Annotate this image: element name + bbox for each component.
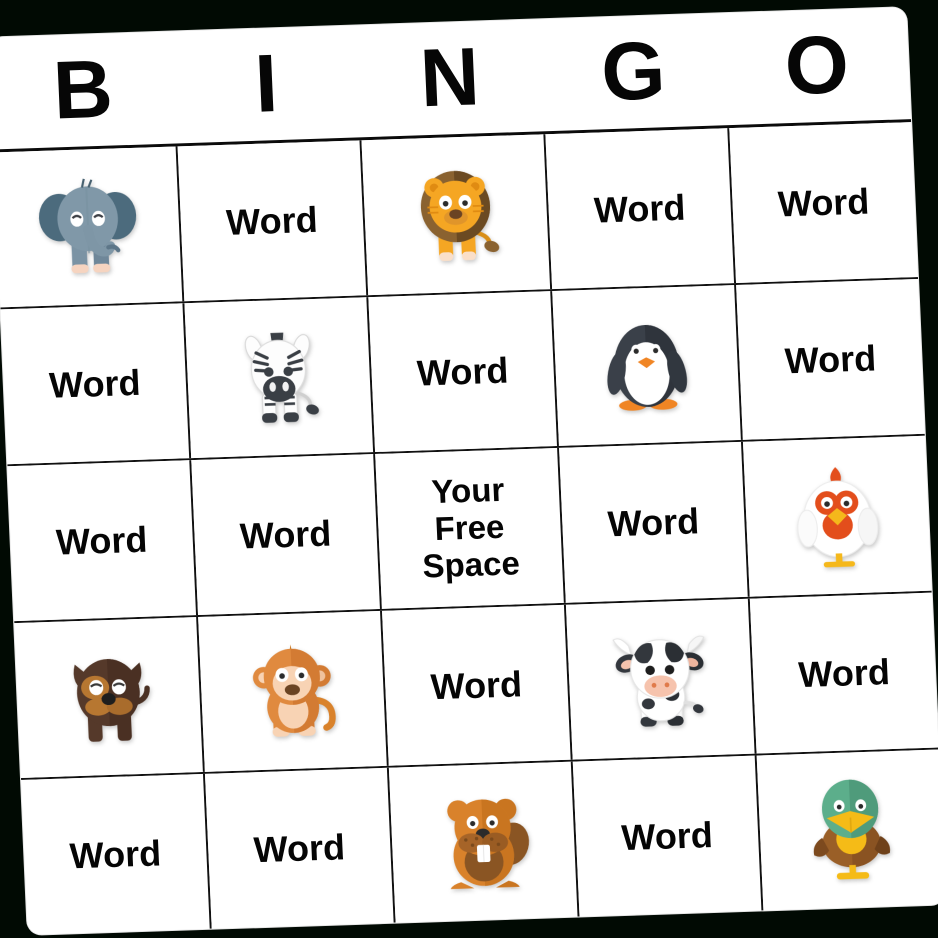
bingo-row: Word Word Word	[21, 749, 938, 935]
word-label: Word	[68, 831, 162, 876]
cow-icon	[604, 623, 717, 734]
bingo-cell-word[interactable]: Word	[749, 592, 938, 754]
zebra-icon	[222, 322, 335, 433]
header-letter-o: O	[782, 19, 851, 113]
word-label: Word	[239, 512, 333, 557]
bingo-cell-image[interactable]	[361, 134, 553, 296]
bingo-cell-image[interactable]	[198, 610, 389, 772]
bingo-cell-word[interactable]: Word	[545, 128, 737, 290]
bingo-cell-image[interactable]	[756, 749, 938, 911]
bingo-cell-image[interactable]	[742, 435, 932, 597]
header-letter-i: I	[252, 38, 280, 130]
word-label: Word	[252, 825, 346, 870]
header-letter-n: N	[418, 31, 482, 125]
bingo-cell-image[interactable]	[0, 146, 185, 308]
bingo-cell-image[interactable]	[552, 284, 743, 446]
chicken-icon	[781, 461, 894, 572]
header-letter-b: B	[51, 43, 115, 137]
penguin-icon	[590, 310, 703, 421]
bingo-cell-word[interactable]: Word	[736, 278, 925, 440]
duck-icon	[795, 774, 908, 885]
monkey-icon	[236, 636, 349, 747]
bingo-cell-word[interactable]: Word	[7, 460, 199, 622]
bingo-cell-word[interactable]: Word	[559, 441, 750, 603]
header-letter-g: G	[599, 25, 668, 119]
bingo-cell-word[interactable]: Word	[0, 303, 192, 465]
bingo-cell-word[interactable]: Word	[21, 773, 212, 935]
word-label: Word	[55, 518, 149, 563]
bingo-card: B I N G O Word Word Word Word Word Word …	[0, 7, 938, 935]
bingo-cell-image[interactable]	[388, 761, 580, 923]
lion-icon	[399, 159, 512, 270]
bingo-grid: Word Word Word Word Word Word Word Word …	[0, 122, 938, 935]
bingo-row: Word Word Word	[0, 278, 925, 467]
bingo-row: Word Word Word	[0, 122, 919, 310]
word-label: Word	[797, 650, 891, 695]
screenshot-root: B I N G O Word Word Word Word Word Word …	[0, 0, 938, 938]
word-label: Word	[429, 662, 523, 707]
bingo-row: Word Word	[14, 592, 938, 780]
bingo-cell-word[interactable]: Word	[729, 122, 918, 283]
word-label: Word	[48, 361, 142, 406]
beaver-icon	[427, 786, 540, 897]
bingo-cell-word[interactable]: Word	[368, 291, 559, 453]
bingo-row: Word Word Your Free Space Word	[7, 435, 932, 624]
bingo-cell-image[interactable]	[565, 598, 757, 760]
bingo-cell-word[interactable]: Word	[382, 604, 573, 766]
free-space-label: Your Free Space	[421, 470, 521, 585]
word-label: Word	[777, 180, 871, 225]
bingo-cell-image[interactable]	[14, 616, 205, 778]
bingo-cell-word[interactable]: Word	[204, 767, 396, 929]
word-label: Word	[620, 813, 714, 858]
word-label: Word	[593, 186, 687, 231]
bingo-cell-free-space[interactable]: Your Free Space	[375, 447, 566, 609]
bingo-cell-word[interactable]: Word	[572, 755, 764, 917]
bingo-cell-image[interactable]	[184, 297, 376, 459]
bingo-cell-word[interactable]: Word	[191, 454, 382, 615]
bingo-cell-word[interactable]: Word	[177, 140, 369, 302]
dog-icon	[52, 642, 165, 753]
word-label: Word	[606, 499, 700, 544]
word-label: Word	[783, 336, 877, 381]
word-label: Word	[416, 349, 510, 394]
elephant-icon	[32, 171, 145, 282]
word-label: Word	[225, 198, 319, 243]
